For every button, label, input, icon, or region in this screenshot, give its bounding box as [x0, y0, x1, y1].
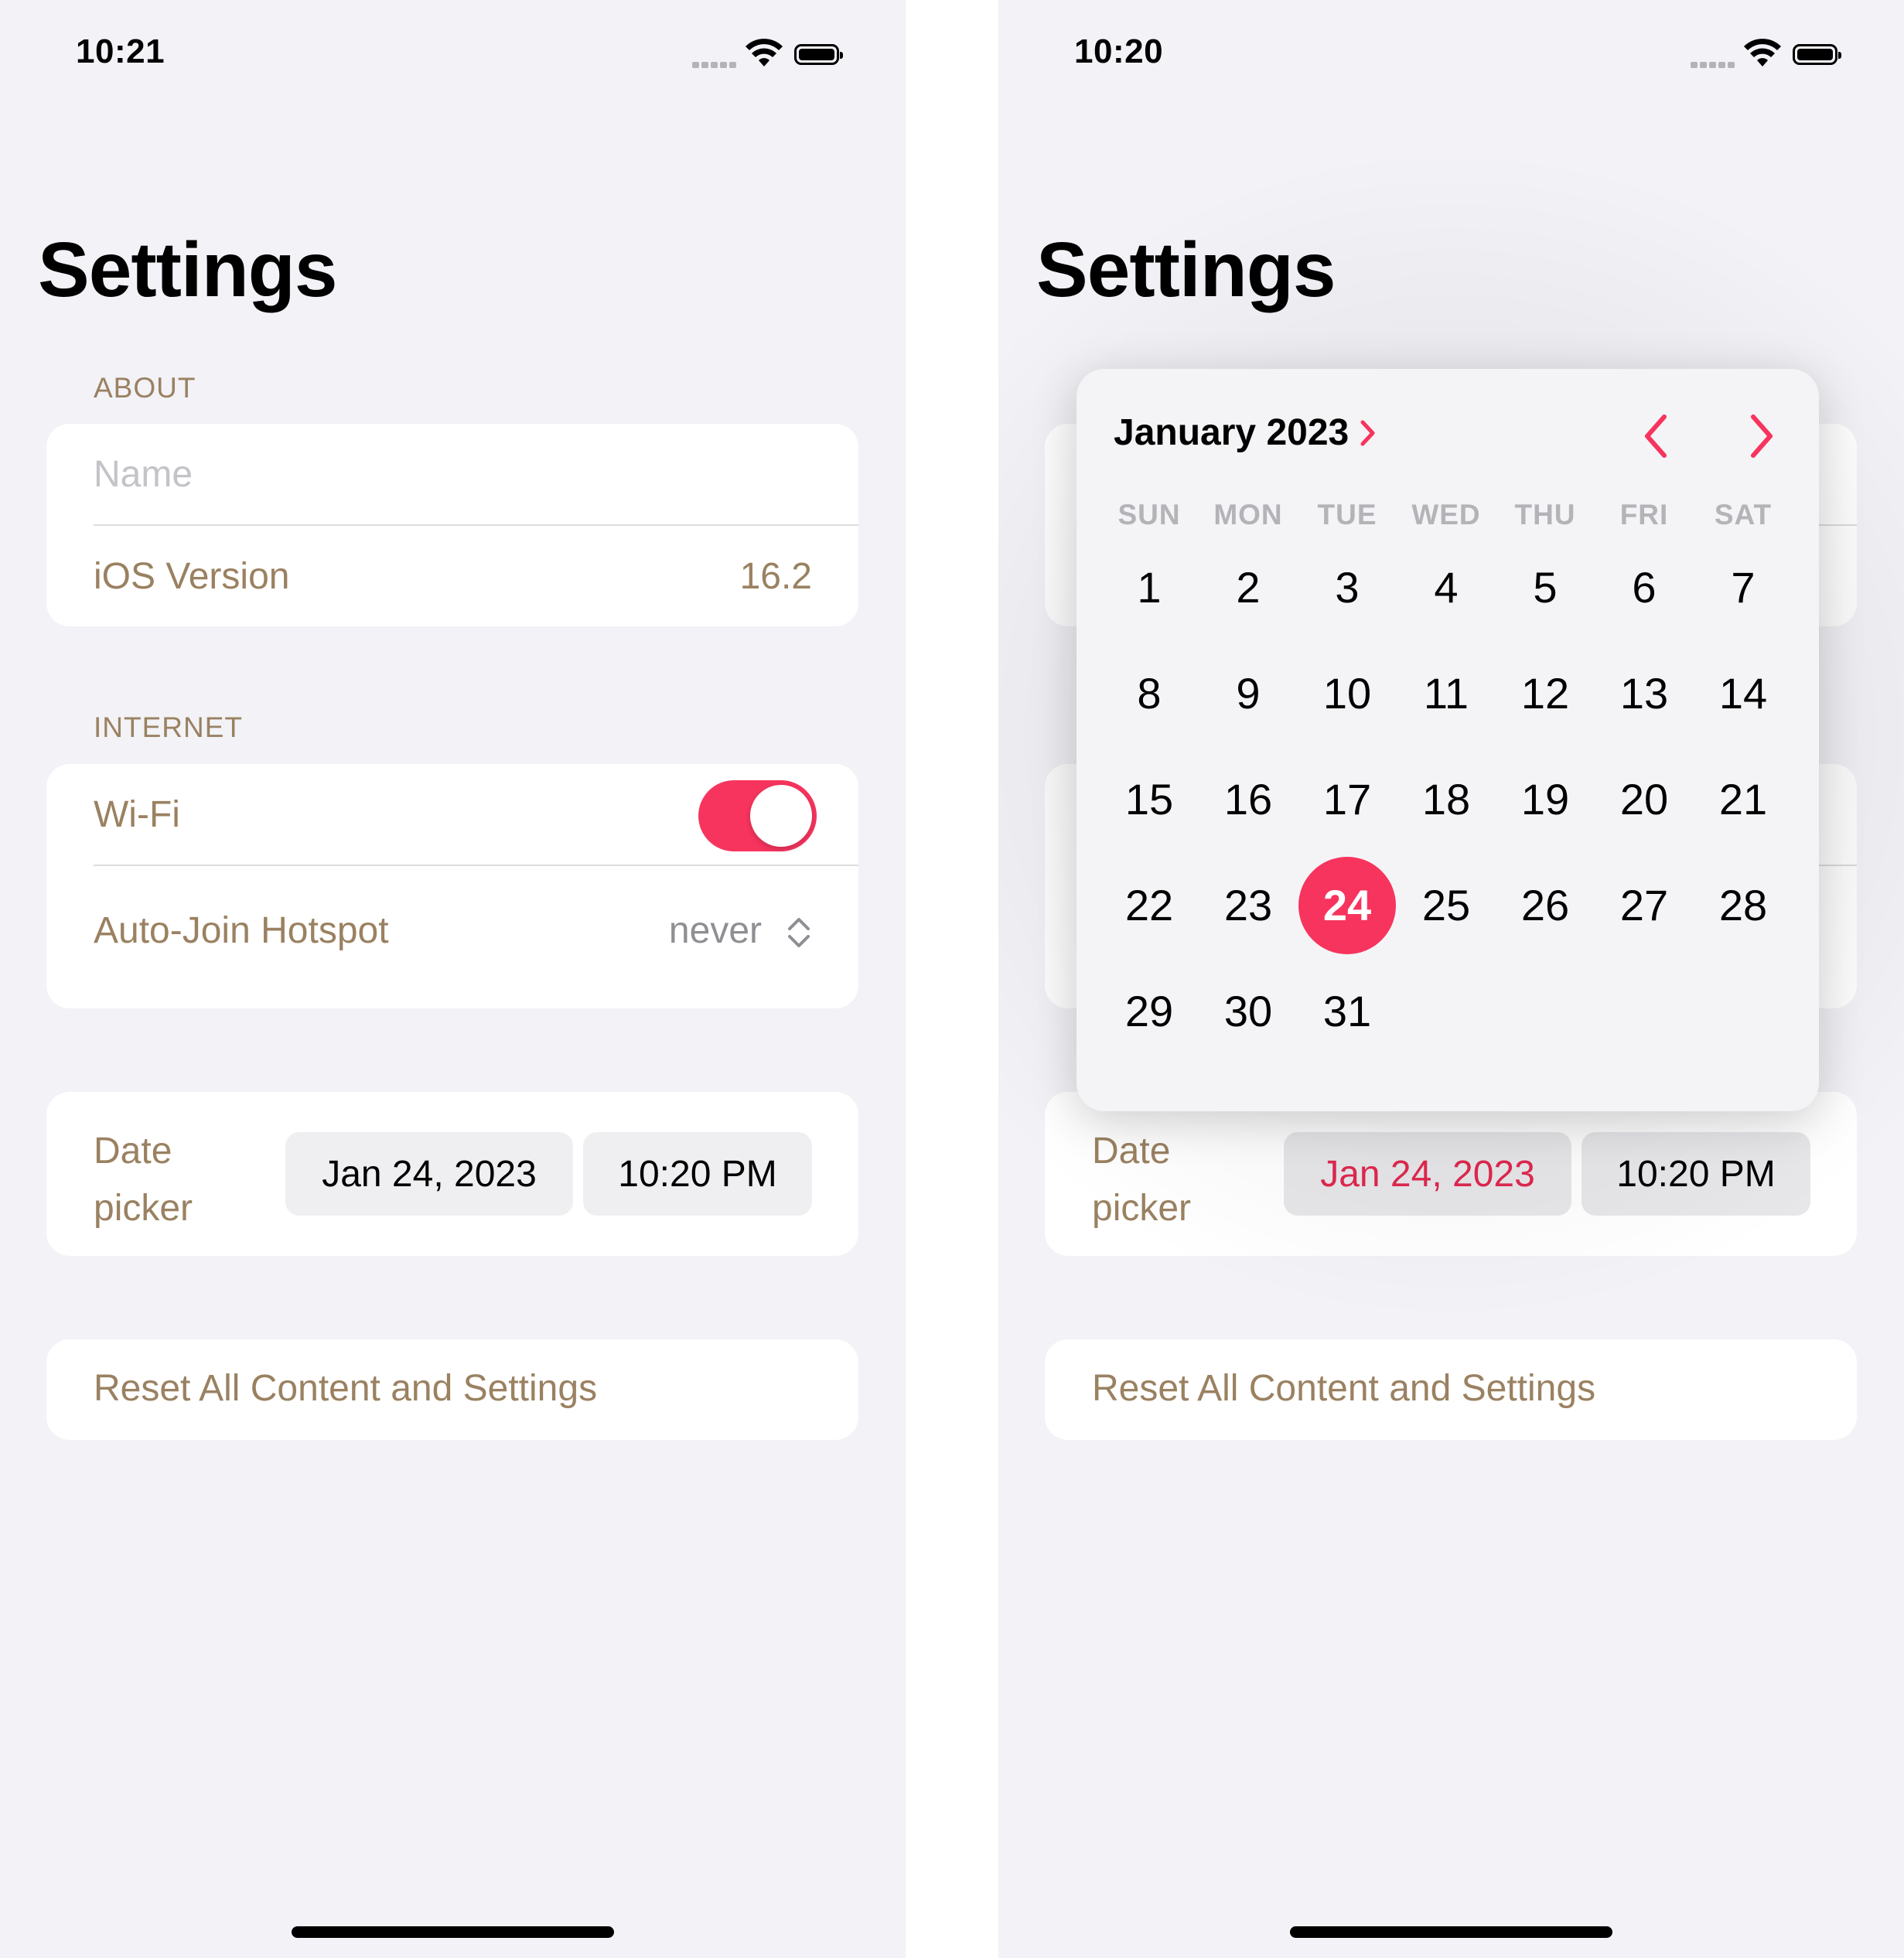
hotspot-row[interactable]: Auto-Join Hotspot never [46, 866, 858, 1008]
calendar-day[interactable]: 11 [1397, 644, 1496, 743]
home-indicator[interactable] [1290, 1926, 1612, 1938]
calendar-day[interactable]: 31 [1298, 962, 1397, 1061]
hotspot-label: Auto-Join Hotspot [94, 910, 389, 951]
weekday-label: FRI [1619, 499, 1669, 530]
name-input[interactable] [94, 447, 790, 501]
status-icons [692, 39, 862, 70]
about-card: iOS Version 16.2 [46, 424, 858, 626]
page-title: Settings [38, 227, 337, 313]
calendar-day[interactable]: 16 [1199, 750, 1298, 849]
date-picker-card: Date picker Jan 24, 2023 10:20 PM [46, 1092, 858, 1256]
calendar-day[interactable]: 18 [1397, 750, 1496, 849]
date-picker-label-line1: Date [1092, 1131, 1171, 1172]
date-picker-card: Date picker Jan 24, 2023 10:20 PM [1045, 1092, 1857, 1256]
calendar-day[interactable]: 6 [1595, 538, 1694, 637]
calendar-grid: SUN MON TUE WED THU FRI SAT 1 2 3 4 5 6 7 8 9 10 11 12 13 14… [1100, 369, 1796, 1111]
reset-button-label: Reset All Content and Settings [94, 1368, 598, 1409]
wifi-icon [1744, 39, 1781, 67]
calendar-day[interactable]: 1 [1100, 538, 1199, 637]
date-button[interactable]: Jan 24, 2023 [285, 1132, 573, 1216]
internet-card: Wi-Fi Auto-Join Hotspot never [46, 764, 858, 1008]
calendar-day[interactable]: 4 [1397, 538, 1496, 637]
weekday-label: SAT [1714, 499, 1773, 530]
calendar-day[interactable]: 29 [1100, 962, 1199, 1061]
page-title: Settings [1036, 227, 1336, 313]
reset-card[interactable]: Reset All Content and Settings [46, 1339, 858, 1440]
calendar-day[interactable]: 7 [1694, 538, 1793, 637]
wifi-toggle[interactable] [698, 780, 817, 851]
wifi-icon [746, 39, 783, 67]
battery-icon [1793, 44, 1841, 65]
ios-version-row: iOS Version 16.2 [46, 526, 858, 626]
date-picker-label: Date picker [94, 1123, 193, 1237]
battery-icon [794, 44, 843, 65]
calendar-day[interactable]: 3 [1298, 538, 1397, 637]
calendar-day-selected[interactable]: 24 [1298, 856, 1397, 955]
calendar-day[interactable]: 15 [1100, 750, 1199, 849]
calendar-day[interactable]: 27 [1595, 856, 1694, 955]
wifi-label: Wi-Fi [94, 794, 180, 835]
ios-version-label: iOS Version [94, 556, 290, 597]
status-icons [1691, 39, 1861, 70]
weekday-label: SUN [1117, 499, 1181, 530]
date-picker-label: Date picker [1092, 1123, 1191, 1237]
calendar-day[interactable]: 20 [1595, 750, 1694, 849]
home-indicator[interactable] [292, 1926, 614, 1938]
date-picker-label-line1: Date [94, 1131, 172, 1172]
phone-screen-right: 10:20 Settings Date picker Jan 24, 2023 … [998, 0, 1904, 1958]
phone-screen-left: 10:21 Settings ABOUT iOS Version 16.2 IN… [0, 0, 906, 1958]
calendar-day[interactable]: 21 [1694, 750, 1793, 849]
calendar-day[interactable]: 14 [1694, 644, 1793, 743]
calendar-day[interactable]: 23 [1199, 856, 1298, 955]
hotspot-value[interactable]: never [669, 909, 762, 952]
date-picker-label-line2: picker [94, 1188, 193, 1229]
calendar-day[interactable]: 8 [1100, 644, 1199, 743]
calendar-day[interactable]: 19 [1496, 750, 1595, 849]
calendar-day[interactable]: 9 [1199, 644, 1298, 743]
date-picker-label-line2: picker [1092, 1188, 1192, 1229]
calendar-day[interactable]: 25 [1397, 856, 1496, 955]
time-button[interactable]: 10:20 PM [583, 1132, 812, 1216]
weekday-label: TUE [1317, 499, 1377, 530]
reset-card[interactable]: Reset All Content and Settings [1045, 1339, 1857, 1440]
calendar-day[interactable]: 13 [1595, 644, 1694, 743]
date-button[interactable]: Jan 24, 2023 [1284, 1132, 1571, 1216]
reset-button-label: Reset All Content and Settings [1092, 1368, 1596, 1409]
calendar-day[interactable]: 26 [1496, 856, 1595, 955]
calendar-day[interactable]: 30 [1199, 962, 1298, 1061]
toggle-knob [750, 785, 812, 847]
time-button[interactable]: 10:20 PM [1582, 1132, 1810, 1216]
calendar-day[interactable]: 22 [1100, 856, 1199, 955]
ios-version-value: 16.2 [739, 556, 812, 597]
calendar-day[interactable]: 10 [1298, 644, 1397, 743]
calendar-day[interactable]: 2 [1199, 538, 1298, 637]
calendar-day[interactable]: 12 [1496, 644, 1595, 743]
weekday-label: WED [1411, 499, 1481, 530]
calendar-popover: January 2023 SUN MON TUE WED THU FRI SAT 1 2 3 4 5 6… [1077, 369, 1819, 1111]
calendar-day[interactable]: 28 [1694, 856, 1793, 955]
weekday-label: THU [1514, 499, 1576, 530]
calendar-day[interactable]: 5 [1496, 538, 1595, 637]
calendar-day[interactable]: 17 [1298, 750, 1397, 849]
weekday-label: MON [1213, 499, 1283, 530]
section-header-internet: INTERNET [94, 711, 243, 743]
wifi-row: Wi-Fi [46, 764, 858, 865]
section-header-about: ABOUT [94, 372, 196, 404]
status-time: 10:21 [76, 32, 165, 70]
status-time: 10:20 [1074, 32, 1164, 70]
chevron-up-down-icon [788, 918, 810, 947]
